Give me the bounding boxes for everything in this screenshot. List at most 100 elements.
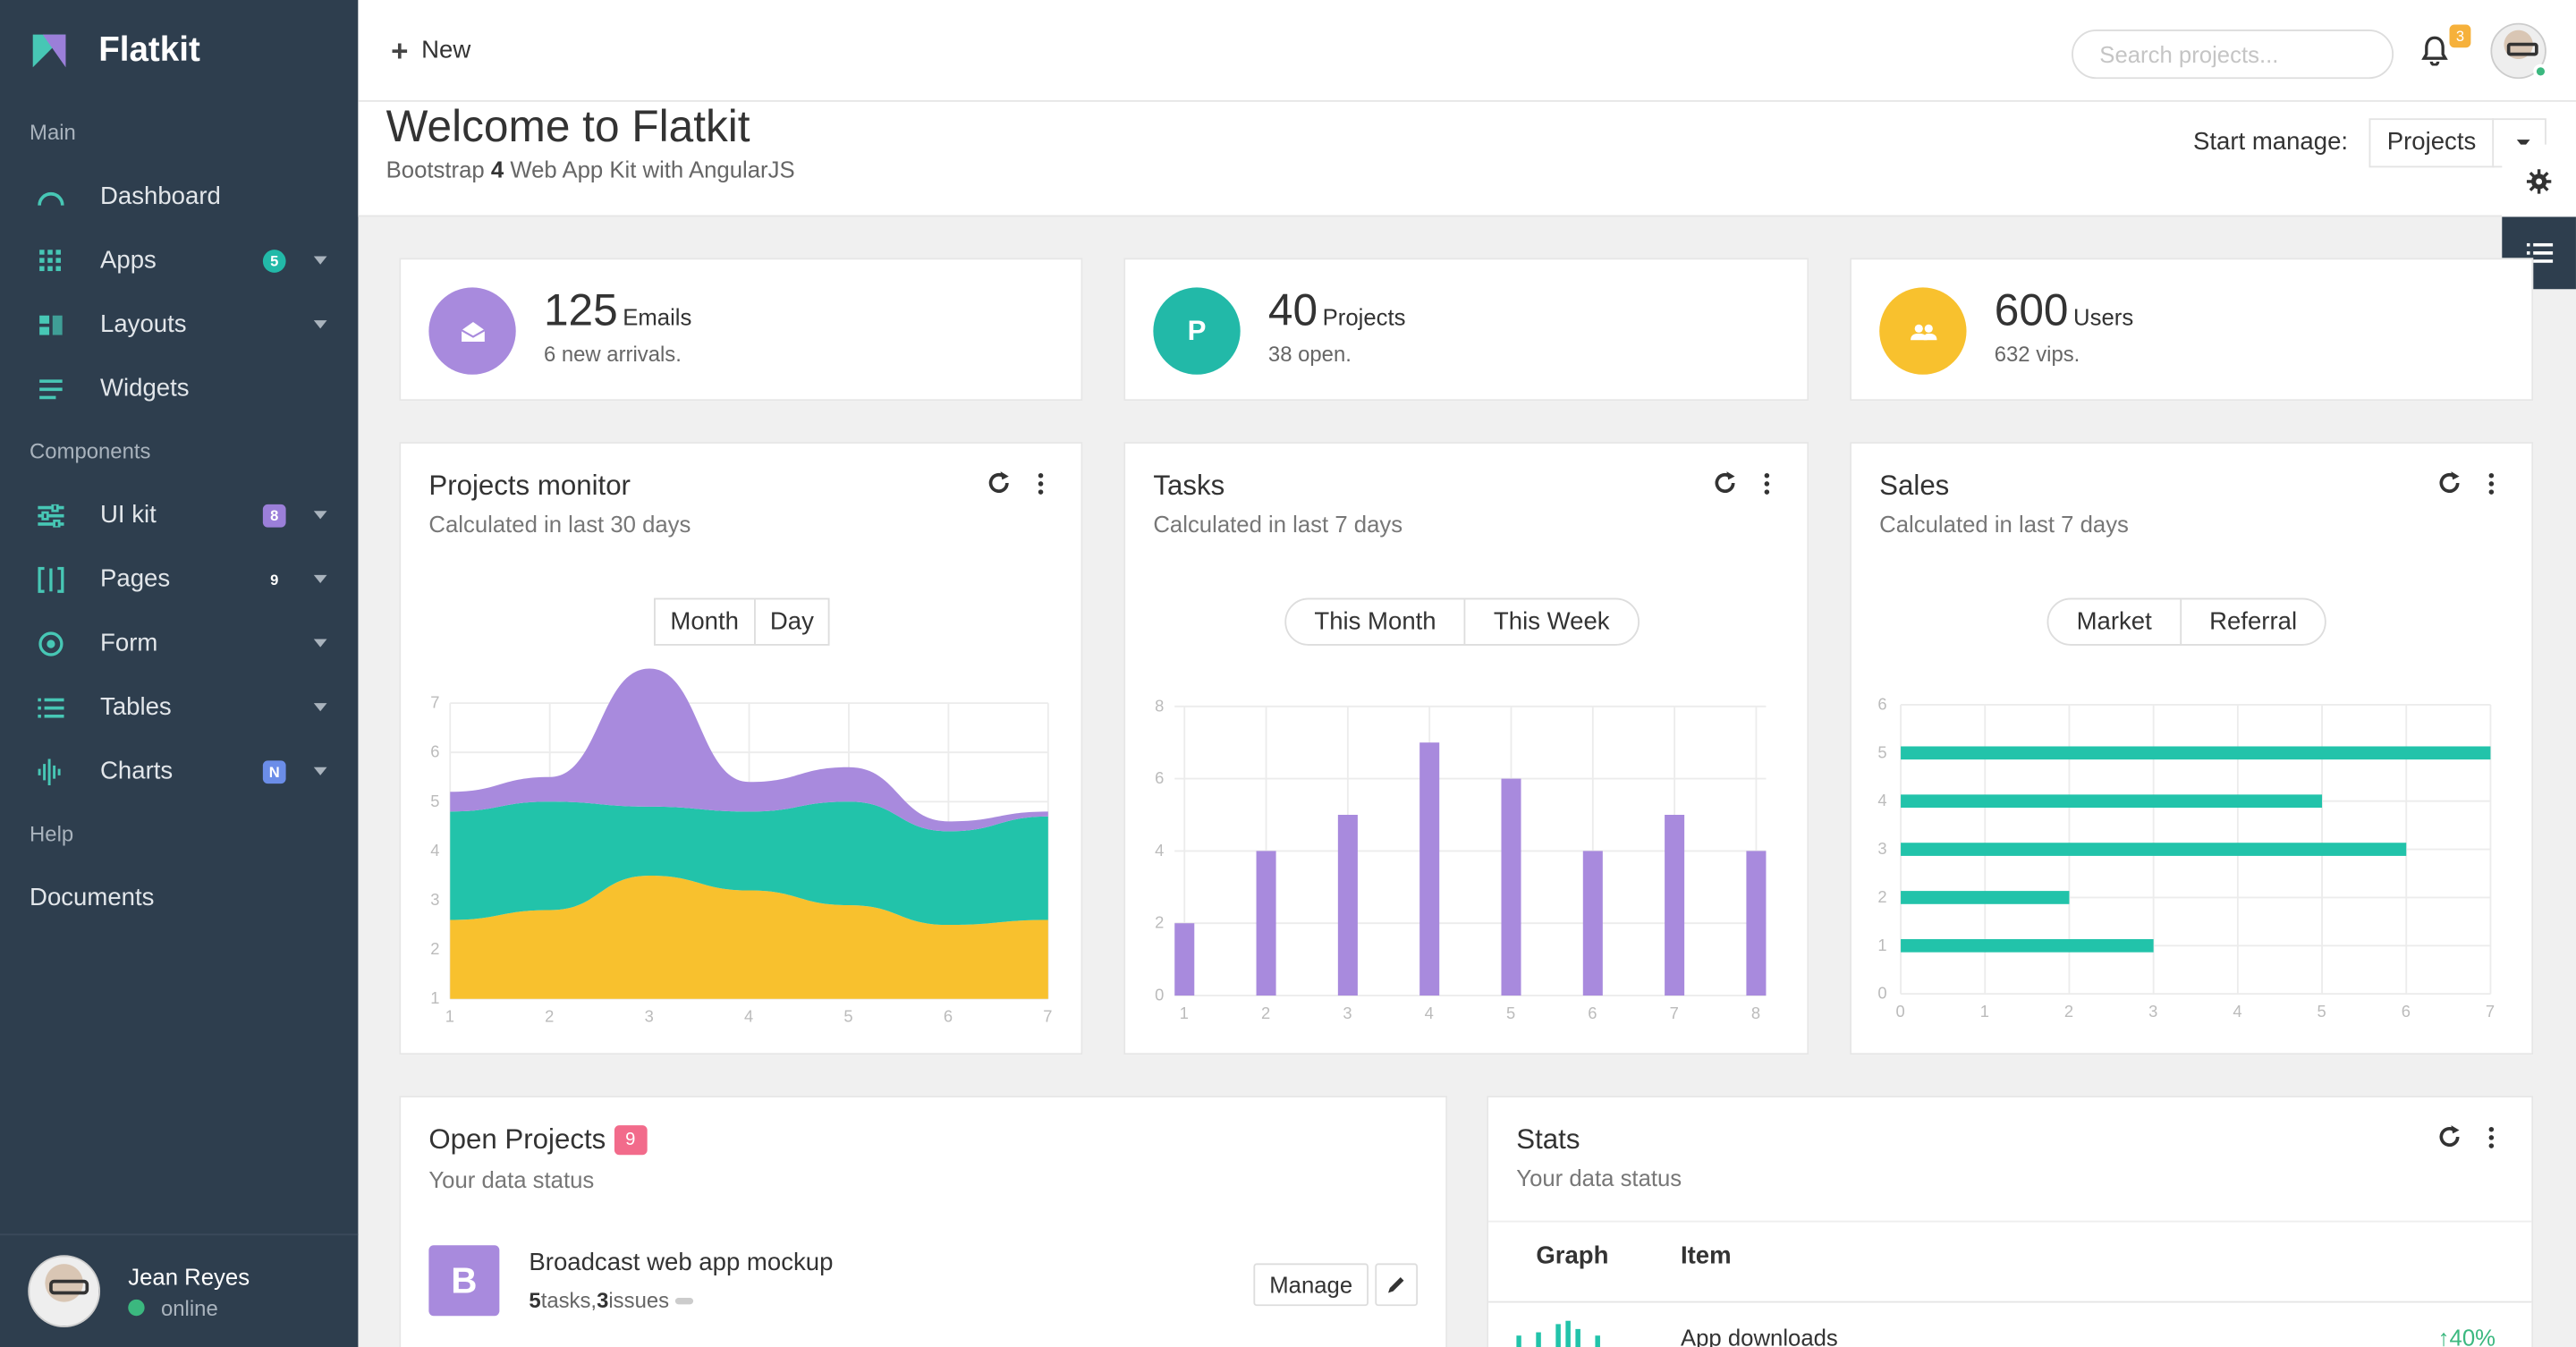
sidebar-item-label: Dashboard (100, 182, 221, 211)
stat-value: 600 (1994, 285, 2069, 335)
sidebar-item-pages[interactable]: Pages 9 (0, 547, 358, 612)
edit-button[interactable] (1375, 1263, 1419, 1307)
sidebar-item-apps[interactable]: Apps 5 (0, 228, 358, 292)
new-button[interactable]: + New (391, 35, 470, 64)
table-row-change: ↑40% (2438, 1324, 2496, 1347)
more-options-icon[interactable] (2488, 1126, 2495, 1148)
charts-new-badge: N (262, 760, 286, 784)
sidebar-item-label: Apps (100, 246, 157, 275)
bar (1501, 778, 1521, 996)
stat-card-projects: P 40 Projects 38 open. (1123, 258, 1809, 402)
sidebar-item-label: Charts (100, 757, 174, 785)
sidebar-item-ui-kit[interactable]: UI kit 8 (0, 483, 358, 547)
column-header: Item (1680, 1241, 1732, 1270)
bar (1901, 746, 2491, 760)
widgets-icon (33, 376, 69, 402)
x-tick-label: 6 (944, 1006, 953, 1025)
tables-list-icon (33, 694, 69, 720)
bar (1337, 815, 1358, 996)
dashboard-gauge-icon (33, 183, 69, 209)
avatar (28, 1255, 101, 1328)
progress-bar (675, 1297, 694, 1304)
stat-unit: Emails (623, 303, 692, 331)
form-radio-icon (33, 630, 69, 656)
x-tick-label: 3 (1343, 1004, 1352, 1022)
bar (1256, 851, 1276, 996)
flatkit-logo-icon (32, 34, 66, 68)
chevron-down-icon (313, 574, 327, 584)
project-meta-text: tasks, (540, 1287, 597, 1313)
sidebar-item-charts[interactable]: Charts N (0, 740, 358, 804)
ui-kit-sliders-icon (33, 502, 69, 528)
y-tick-label: 5 (430, 792, 439, 810)
bar (1665, 815, 1685, 996)
layouts-icon (33, 311, 69, 337)
brand-name: Flatkit (98, 30, 200, 70)
search-input[interactable] (2072, 30, 2394, 80)
x-tick-label: 2 (545, 1006, 554, 1025)
subtitle-version: 4 (490, 156, 504, 182)
bell-icon[interactable] (2421, 36, 2448, 66)
x-tick-label: 3 (2148, 1002, 2157, 1021)
settings-toggle-button[interactable] (2502, 144, 2576, 217)
stat-value: 125 (543, 285, 618, 335)
sales-hbar-chart: 0 1 2 3 4 5 6 0 1 2 3 4 5 6 7 (1877, 694, 2495, 1021)
project-initial-avatar: B (428, 1245, 500, 1317)
divider (1488, 1220, 2532, 1223)
gear-icon (2526, 168, 2552, 193)
x-tick-label: 7 (1043, 1006, 1052, 1025)
sidebar-item-form[interactable]: Form (0, 611, 358, 675)
x-tick-label: 7 (1670, 1004, 1679, 1022)
table-row-item: App downloads (1680, 1324, 1838, 1347)
stat-description: 632 vips. (1994, 342, 2080, 367)
project-name[interactable]: Broadcast web app mockup (529, 1249, 833, 1276)
sidebar-item-widgets[interactable]: Widgets (0, 357, 358, 421)
topbar: + New 3 (358, 0, 2576, 102)
stat-description: 6 new arrivals. (543, 342, 682, 367)
brand[interactable]: Flatkit (0, 0, 358, 102)
y-tick-label: 6 (430, 742, 439, 761)
notification-count-badge: 3 (2449, 24, 2471, 48)
projects-area-chart: 1 2 3 4 5 6 7 1 2 3 4 5 6 7 (430, 668, 1053, 1025)
subtitle-text: Web App Kit with AngularJS (504, 156, 795, 182)
y-tick-label: 6 (1877, 694, 1886, 713)
x-tick-label: 0 (1896, 1002, 1905, 1021)
project-task-count: 5 (529, 1287, 541, 1313)
user-avatar[interactable] (2490, 22, 2548, 80)
y-tick-label: 2 (430, 939, 439, 958)
apps-count-badge: 5 (262, 250, 286, 273)
chevron-down-icon (313, 639, 327, 648)
y-tick-label: 4 (1155, 841, 1164, 860)
projects-count-badge: 9 (614, 1125, 648, 1156)
y-tick-label: 4 (1877, 791, 1886, 809)
x-tick-label: 2 (1261, 1004, 1270, 1022)
nav-header-help: Help (30, 821, 74, 846)
sidebar: Flatkit Main Dashboard Apps 5 Layouts Wi… (0, 0, 359, 1347)
stat-unit: Users (2073, 303, 2134, 331)
refresh-icon[interactable] (2438, 1125, 2462, 1148)
ui-kit-count-badge: 8 (262, 504, 286, 528)
manage-button[interactable]: Manage (1253, 1263, 1368, 1307)
select-divider (2492, 118, 2495, 168)
y-tick-label: 7 (430, 693, 439, 712)
y-tick-label: 0 (1155, 986, 1164, 1004)
x-tick-label: 5 (843, 1006, 852, 1025)
y-tick-label: 2 (1877, 887, 1886, 906)
sidebar-item-layouts[interactable]: Layouts (0, 292, 358, 357)
page-header: Welcome to Flatkit Bootstrap 4 Web App K… (358, 101, 2576, 217)
stat-card-users: 600 Users 632 vips. (1850, 258, 2534, 402)
sidebar-item-documents[interactable]: Documents (0, 866, 358, 930)
pencil-icon (1388, 1277, 1404, 1293)
card-title: Stats (1516, 1123, 1580, 1156)
page-title: Welcome to Flatkit (386, 101, 750, 151)
y-tick-label: 8 (1155, 696, 1164, 715)
x-tick-label: 6 (1588, 1004, 1597, 1022)
sidebar-item-tables[interactable]: Tables (0, 675, 358, 740)
y-tick-label: 3 (430, 890, 439, 909)
sidebar-item-dashboard[interactable]: Dashboard (0, 165, 358, 229)
apps-grid-icon (33, 247, 69, 273)
bar (1419, 742, 1440, 996)
sidebar-user[interactable]: Jean Reyes online (0, 1233, 359, 1347)
online-status-dot-icon (128, 1299, 145, 1317)
card-subtitle: Your data status (428, 1166, 595, 1193)
